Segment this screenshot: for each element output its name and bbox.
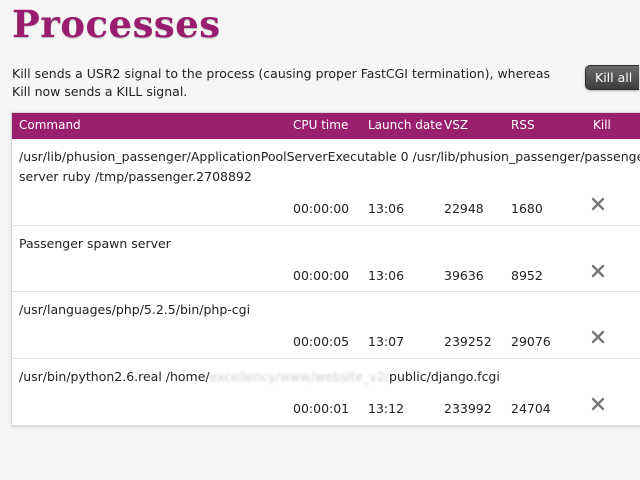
table-row: Passenger spawn server 00:00:00 13:06 39… [12, 226, 640, 292]
process-table: Command CPU time Launch date VSZ RSS Kil… [11, 112, 640, 426]
vsz-cell: 233992 [444, 401, 492, 416]
kill-process-icon[interactable] [590, 329, 606, 345]
rss-cell: 24704 [511, 401, 551, 416]
command-cell: /usr/languages/php/5.2.5/bin/php-cgi [19, 300, 640, 320]
launch-date-cell: 13:06 [368, 268, 405, 283]
vsz-cell: 239252 [444, 334, 492, 349]
command-text-suffix: public/django.fcgi [389, 369, 500, 384]
kill-all-button[interactable]: Kill all [585, 65, 639, 90]
column-header-vsz: VSZ [444, 118, 469, 132]
cpu-time-cell: 00:00:01 [293, 401, 350, 416]
command-text: /usr/lib/phusion_passenger/ApplicationPo… [19, 149, 640, 164]
rss-cell: 8952 [511, 268, 543, 283]
column-header-cpu-time: CPU time [293, 118, 349, 132]
table-row: /usr/languages/php/5.2.5/bin/php-cgi 00:… [12, 292, 640, 359]
column-header-kill: Kill [593, 118, 611, 132]
launch-date-cell: 13:12 [368, 401, 405, 416]
command-cell: /usr/lib/phusion_passenger/ApplicationPo… [19, 147, 640, 187]
command-cell: Passenger spawn server [19, 234, 640, 254]
column-header-command: Command [19, 118, 81, 132]
table-row: /usr/bin/python2.6.real /home/excellency… [12, 359, 640, 425]
table-row: /usr/lib/phusion_passenger/ApplicationPo… [12, 139, 640, 226]
cpu-time-cell: 00:00:00 [293, 201, 350, 216]
command-text-redacted: excellency/www/website_v2/ [209, 369, 390, 384]
rss-cell: 1680 [511, 201, 543, 216]
command-text: /usr/bin/python2.6.real /home/ [19, 369, 210, 384]
kill-process-icon[interactable] [590, 263, 606, 279]
column-header-launch-date: Launch date [368, 118, 443, 132]
kill-process-icon[interactable] [590, 196, 606, 212]
kill-process-icon[interactable] [590, 396, 606, 412]
rss-cell: 29076 [511, 334, 551, 349]
vsz-cell: 39636 [444, 268, 484, 283]
command-text-continued: server ruby /tmp/passenger.2708892 [19, 169, 252, 184]
launch-date-cell: 13:07 [368, 334, 405, 349]
vsz-cell: 22948 [444, 201, 484, 216]
command-text: /usr/languages/php/5.2.5/bin/php-cgi [19, 302, 251, 317]
column-header-rss: RSS [511, 118, 535, 132]
cpu-time-cell: 00:00:00 [293, 268, 350, 283]
processes-page: Processes Kill sends a USR2 signal to th… [0, 0, 640, 480]
launch-date-cell: 13:06 [368, 201, 405, 216]
command-text: Passenger spawn server [19, 236, 171, 251]
cpu-time-cell: 00:00:05 [293, 334, 350, 349]
command-cell: /usr/bin/python2.6.real /home/excellency… [19, 367, 640, 387]
page-title: Processes [12, 2, 221, 46]
page-description: Kill sends a USR2 signal to the process … [12, 66, 551, 99]
table-header: Command CPU time Launch date VSZ RSS Kil… [12, 113, 640, 139]
